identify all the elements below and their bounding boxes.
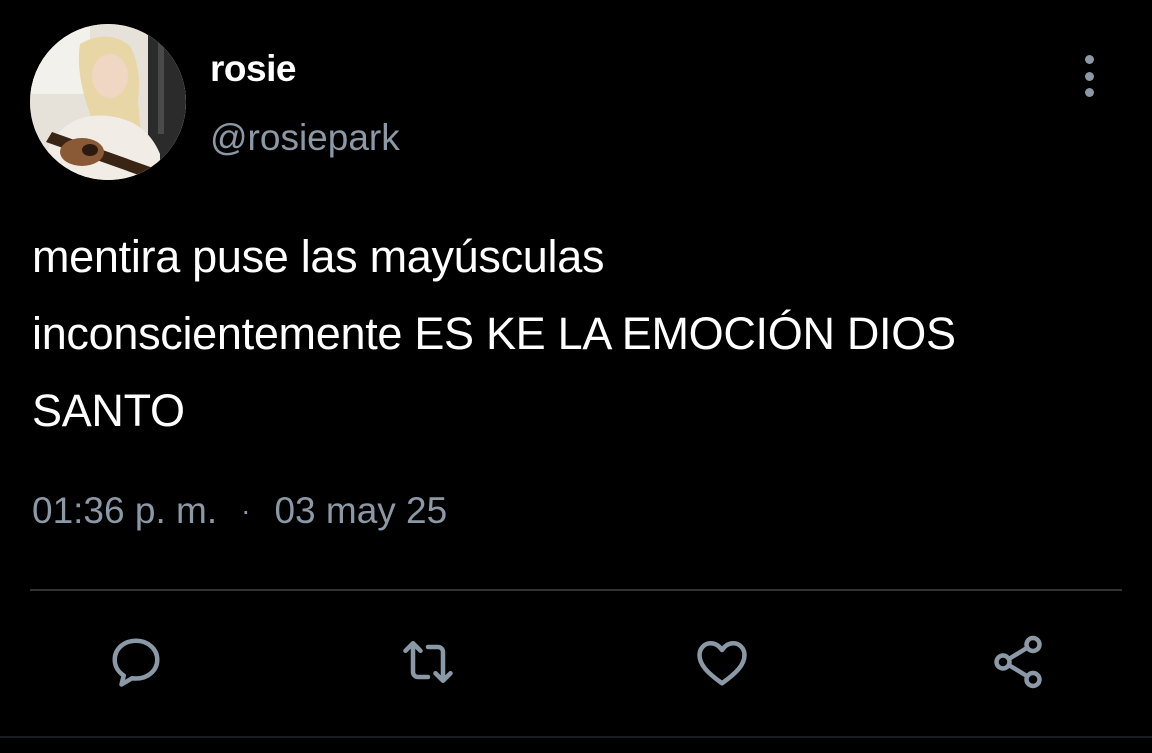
more-options-button[interactable] bbox=[1072, 52, 1106, 100]
tweet-timestamp: 01:36 p. m. · 03 may 25 bbox=[32, 490, 447, 532]
share-icon bbox=[994, 635, 1042, 689]
tweet-date[interactable]: 03 may 25 bbox=[274, 490, 447, 532]
more-dot bbox=[1084, 88, 1094, 97]
like-button[interactable] bbox=[690, 630, 754, 694]
tweet-text-line: SANTO bbox=[32, 385, 185, 436]
tweet-text-line: inconscientemente ES KE LA EMOCIÓN DIOS bbox=[32, 308, 956, 359]
heart-icon bbox=[697, 641, 747, 686]
tweet-text: mentira puse las mayúsculas inconsciente… bbox=[32, 218, 1122, 449]
reply-icon bbox=[112, 638, 160, 687]
bottom-divider bbox=[0, 736, 1152, 738]
divider bbox=[30, 589, 1122, 591]
display-name[interactable]: rosie bbox=[210, 48, 296, 90]
avatar[interactable] bbox=[30, 24, 186, 180]
tweet-time[interactable]: 01:36 p. m. bbox=[32, 490, 217, 532]
user-handle[interactable]: @rosiepark bbox=[210, 117, 400, 159]
retweet-button[interactable] bbox=[396, 630, 460, 694]
avatar-photo bbox=[30, 24, 186, 180]
share-button[interactable] bbox=[986, 630, 1050, 694]
reply-button[interactable] bbox=[104, 630, 168, 694]
tweet: rosie @rosiepark mentira puse las mayúsc… bbox=[0, 0, 1152, 753]
tweet-text-line: mentira puse las mayúsculas bbox=[32, 231, 605, 282]
more-dot bbox=[1084, 71, 1094, 81]
retweet-icon bbox=[403, 641, 453, 683]
meta-separator: · bbox=[241, 495, 251, 526]
more-dot bbox=[1084, 55, 1094, 64]
